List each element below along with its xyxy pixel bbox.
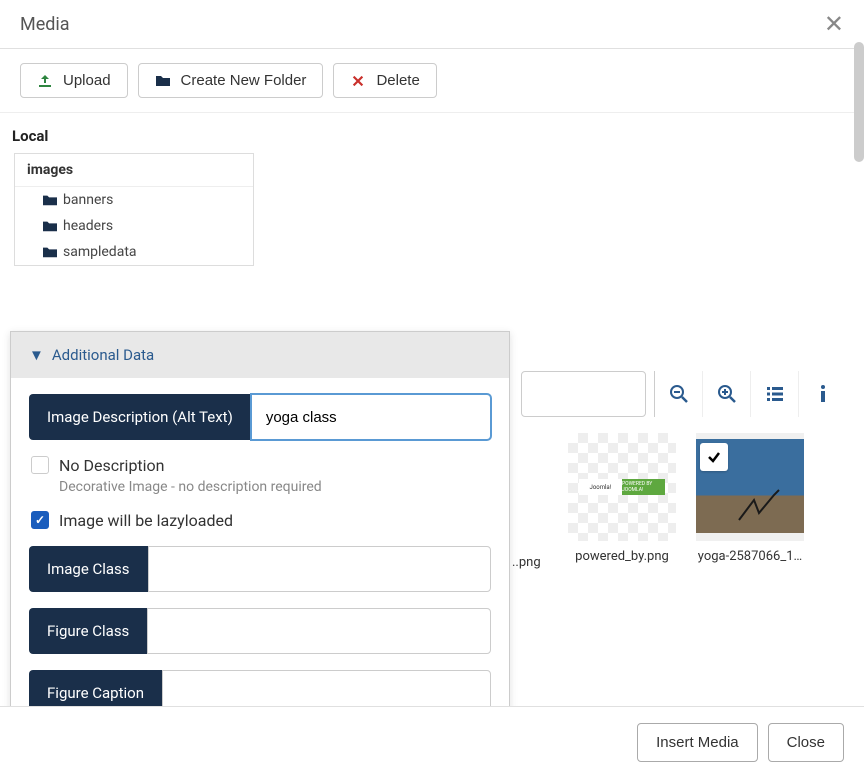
zoom-out-button[interactable] [654,371,702,417]
thumb-powered-by[interactable]: Joomla! POWERED BY JOOMLA! powered_by.pn… [568,433,676,564]
additional-data-toggle[interactable]: ▼ Additional Data [11,332,509,378]
folder-icon [43,246,57,258]
zoom-in-button[interactable] [702,371,750,417]
folder-icon [43,220,57,232]
thumb-label-partial: ..png [512,555,541,570]
no-description-sublabel: Decorative Image - no description requir… [59,479,322,495]
list-view-button[interactable] [750,371,798,417]
info-icon [813,384,833,404]
tree-item-label: headers [63,218,113,234]
zoom-in-icon [717,384,737,404]
insert-media-button[interactable]: Insert Media [637,723,758,762]
tree-item-label: sampledata [63,244,137,260]
tree-item-headers[interactable]: headers [15,213,253,239]
additional-data-title: Additional Data [52,346,154,364]
thumb-label: yoga-2587066_1… [698,549,802,564]
tree-item-sampledata[interactable]: sampledata [15,239,253,265]
upload-button[interactable]: Upload [20,63,128,98]
create-folder-button[interactable]: Create New Folder [138,63,324,98]
close-icon[interactable]: ✕ [824,12,844,36]
alt-text-label: Image Description (Alt Text) [29,394,251,440]
no-description-row[interactable]: No Description Decorative Image - no des… [29,456,491,495]
thumb-image: Joomla! POWERED BY JOOMLA! [568,433,676,541]
upload-icon [37,73,53,89]
no-description-checkbox[interactable] [31,456,49,474]
figure-caption-field: Figure Caption [29,670,491,709]
zoom-out-icon [669,384,689,404]
figure-caption-input[interactable] [162,670,491,709]
lazyload-checkbox[interactable] [31,511,49,529]
thumbnails: Joomla! POWERED BY JOOMLA! powered_by.pn… [568,433,846,564]
image-class-label: Image Class [29,546,148,592]
figure-class-input[interactable] [147,608,491,654]
create-folder-label: Create New Folder [181,72,307,89]
thumb-image [696,433,804,541]
scrollbar-thumb[interactable] [854,42,864,162]
lazyload-label: Image will be lazyloaded [59,511,233,530]
lazyload-row[interactable]: Image will be lazyloaded [29,511,491,530]
thumb-yoga[interactable]: yoga-2587066_1… [696,433,804,564]
search-input[interactable] [521,371,646,417]
caret-down-icon: ▼ [29,346,44,364]
figure-class-label: Figure Class [29,608,147,654]
image-class-input[interactable] [148,546,491,592]
tree-item-label: banners [63,192,113,208]
alt-text-input[interactable] [251,394,491,440]
folder-icon [43,194,57,206]
modal-title: Media [20,14,70,35]
additional-data-body: Image Description (Alt Text) No Descript… [11,378,509,709]
alt-text-field: Image Description (Alt Text) [29,394,491,440]
selected-check-icon [700,443,728,471]
folder-tree: images banners headers sampledata [14,153,254,266]
thumb-label: powered_by.png [575,549,669,564]
local-label: Local [0,113,864,153]
joomla-badge: Joomla! POWERED BY JOOMLA! [579,479,665,495]
modal-body: Upload Create New Folder Delete Local im… [0,49,864,709]
image-class-field: Image Class [29,546,491,592]
toolbar: Upload Create New Folder Delete [0,49,864,113]
delete-label: Delete [376,72,419,89]
figure-class-field: Figure Class [29,608,491,654]
modal-footer: Insert Media Close [0,706,864,778]
delete-icon [350,73,366,89]
info-button[interactable] [798,371,846,417]
delete-button[interactable]: Delete [333,63,436,98]
modal-header: Media ✕ [0,0,864,49]
folder-icon [155,73,171,89]
tree-item-banners[interactable]: banners [15,187,253,213]
scrollbar[interactable] [854,42,864,702]
list-icon [765,384,785,404]
additional-data-panel: ▼ Additional Data Image Description (Alt… [10,331,510,709]
no-description-label: No Description [59,456,322,475]
upload-label: Upload [63,72,111,89]
figure-caption-label: Figure Caption [29,670,162,709]
close-button[interactable]: Close [768,723,844,762]
media-toolbar [521,371,846,417]
tree-root[interactable]: images [15,154,253,187]
